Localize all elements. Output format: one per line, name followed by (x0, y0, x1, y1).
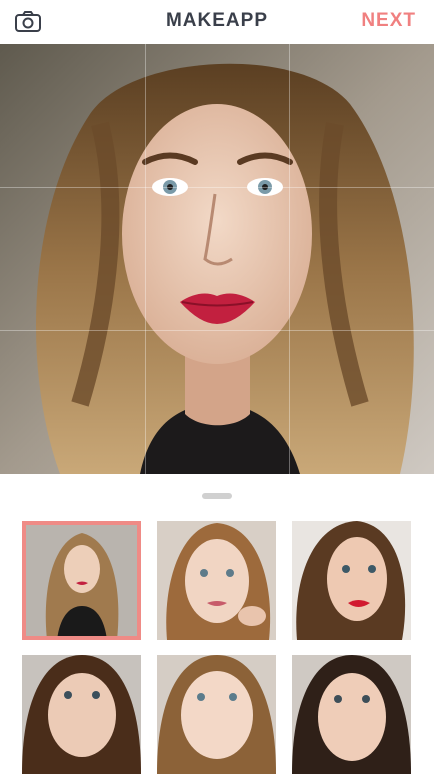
thumbnail-photo-5[interactable] (157, 655, 276, 774)
top-bar: MAKEAPP NEXT (0, 0, 434, 44)
thumbnail-image (292, 655, 411, 774)
thumbnail-photo-6[interactable] (292, 655, 411, 774)
thumbnail-image (22, 655, 141, 774)
thumbnail-image (157, 521, 276, 640)
thumbnail-photo-2[interactable] (157, 521, 276, 640)
next-button[interactable]: NEXT (361, 10, 416, 32)
grid-line-vertical (289, 44, 290, 474)
photo-preview[interactable] (0, 44, 434, 474)
grid-line-horizontal (0, 187, 434, 188)
thumbnail-image (292, 521, 411, 640)
portrait-image (0, 44, 434, 474)
drag-handle[interactable] (202, 493, 232, 499)
thumbnail-photo-3[interactable] (292, 521, 411, 640)
selection-frame (22, 521, 141, 640)
thumbnail-photo-4[interactable] (22, 655, 141, 774)
thumbnail-image (157, 655, 276, 774)
grid-line-horizontal (0, 330, 434, 331)
thumbnail-photo-1[interactable] (22, 521, 141, 640)
grid-line-vertical (145, 44, 146, 474)
